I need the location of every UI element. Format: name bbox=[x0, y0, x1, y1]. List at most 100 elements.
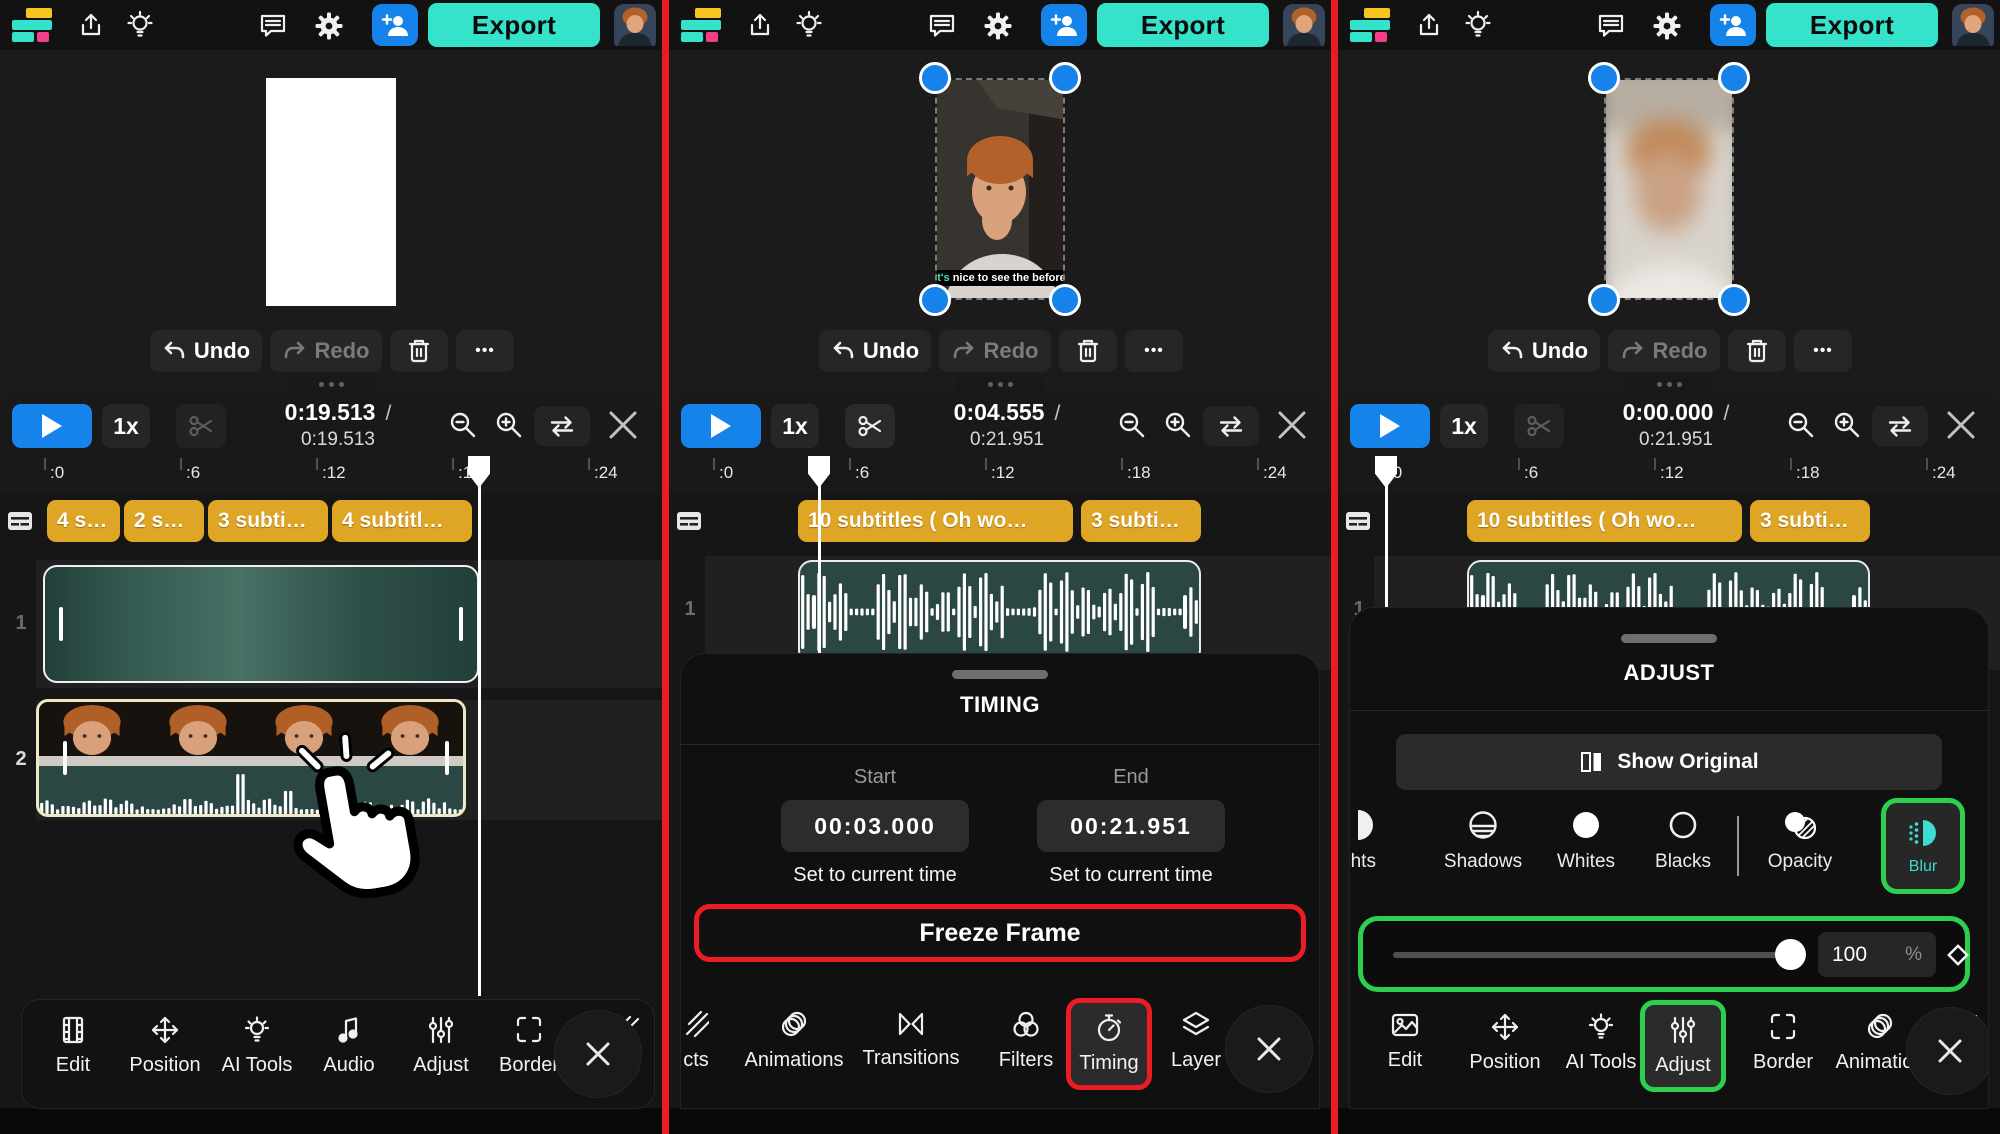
adjust-option-blacks[interactable]: Blacks bbox=[1628, 808, 1738, 873]
add-collaborator-button[interactable] bbox=[372, 4, 418, 46]
feedback-icon[interactable] bbox=[258, 11, 288, 46]
set-end-to-current-button[interactable]: Set to current time bbox=[1025, 864, 1237, 887]
undo-button[interactable]: Undo bbox=[1488, 330, 1600, 372]
adjust-option-shadows[interactable]: Shadows bbox=[1428, 808, 1538, 873]
freeze-frame-button[interactable]: Freeze Frame bbox=[694, 904, 1306, 962]
ai-ideas-icon[interactable] bbox=[124, 9, 156, 46]
video-canvas-white-frame[interactable] bbox=[266, 78, 396, 306]
sheet-drag-handle[interactable] bbox=[952, 670, 1048, 679]
close-timeline-icon[interactable] bbox=[1275, 408, 1309, 447]
avatar[interactable] bbox=[614, 4, 656, 51]
close-toolbar-button[interactable] bbox=[555, 1011, 641, 1097]
playback-speed-button[interactable]: 1x bbox=[102, 404, 150, 448]
upload-icon[interactable] bbox=[76, 11, 106, 46]
undo-button[interactable]: Undo bbox=[819, 330, 931, 372]
more-options-button[interactable]: ••• bbox=[1794, 330, 1852, 372]
resize-handle-bottom-left[interactable] bbox=[919, 284, 951, 316]
zoom-out-icon[interactable] bbox=[1117, 410, 1147, 445]
set-start-to-current-button[interactable]: Set to current time bbox=[769, 864, 981, 887]
resize-handle-top-left[interactable] bbox=[1588, 62, 1620, 94]
start-time-field[interactable]: 00:03.000 bbox=[781, 800, 969, 852]
fit-timeline-button[interactable] bbox=[534, 406, 590, 446]
trim-handle-left[interactable] bbox=[63, 741, 67, 775]
feedback-icon[interactable] bbox=[1596, 11, 1626, 46]
play-button[interactable] bbox=[12, 404, 92, 448]
zoom-in-icon[interactable] bbox=[1163, 410, 1193, 445]
play-button[interactable] bbox=[1350, 404, 1430, 448]
ai-ideas-icon[interactable] bbox=[1462, 9, 1494, 46]
keyframe-diamond-icon[interactable] bbox=[1943, 940, 1973, 975]
export-button[interactable]: Export bbox=[428, 3, 600, 47]
adjust-option-opacity[interactable]: Opacity bbox=[1745, 808, 1855, 873]
trim-handle-right[interactable] bbox=[1183, 595, 1187, 629]
app-logo-icon[interactable] bbox=[10, 6, 56, 49]
avatar[interactable] bbox=[1283, 4, 1325, 51]
settings-gear-icon[interactable] bbox=[1652, 11, 1682, 46]
subtitle-track-icon[interactable] bbox=[1345, 510, 1371, 537]
resize-handle-top-right[interactable] bbox=[1049, 62, 1081, 94]
slider-value-field[interactable]: 100 % bbox=[1818, 932, 1936, 977]
playhead-line[interactable] bbox=[478, 458, 481, 996]
resize-handle-bottom-right[interactable] bbox=[1049, 284, 1081, 316]
subtitle-chip[interactable]: 4 subtitl… bbox=[332, 500, 472, 542]
subtitle-track-icon[interactable] bbox=[676, 510, 702, 537]
app-logo-icon[interactable] bbox=[1348, 6, 1394, 49]
export-button[interactable]: Export bbox=[1766, 3, 1938, 47]
trim-handle-left[interactable] bbox=[59, 607, 63, 641]
delete-button[interactable] bbox=[390, 330, 448, 372]
toolbar-item-adjust-highlighted[interactable]: Adjust bbox=[1640, 1000, 1726, 1092]
split-scissors-button[interactable] bbox=[1514, 404, 1564, 448]
toolbar-item-animations[interactable]: Animations bbox=[734, 1010, 854, 1072]
trim-handle-right[interactable] bbox=[445, 741, 449, 775]
play-button[interactable] bbox=[681, 404, 761, 448]
ai-ideas-icon[interactable] bbox=[793, 9, 825, 46]
more-options-button[interactable]: ••• bbox=[1125, 330, 1183, 372]
resize-handle-top-left[interactable] bbox=[919, 62, 951, 94]
resize-handle-bottom-right[interactable] bbox=[1718, 284, 1750, 316]
trim-handle-left[interactable] bbox=[812, 595, 816, 629]
more-options-button[interactable]: ••• bbox=[456, 330, 514, 372]
redo-button[interactable]: Redo bbox=[270, 330, 382, 372]
app-logo-icon[interactable] bbox=[679, 6, 725, 49]
trim-handle-right[interactable] bbox=[459, 607, 463, 641]
video-canvas-blurred[interactable] bbox=[1604, 78, 1734, 300]
export-button[interactable]: Export bbox=[1097, 3, 1269, 47]
close-toolbar-button[interactable] bbox=[1226, 1006, 1312, 1092]
playback-speed-button[interactable]: 1x bbox=[771, 404, 819, 448]
subtitle-chip[interactable]: 4 s… bbox=[47, 500, 120, 542]
undo-button[interactable]: Undo bbox=[150, 330, 262, 372]
subtitle-chip[interactable]: 10 subtitles ( Oh wo… bbox=[1467, 500, 1742, 542]
add-collaborator-button[interactable] bbox=[1041, 4, 1087, 46]
add-collaborator-button[interactable] bbox=[1710, 4, 1756, 46]
feedback-icon[interactable] bbox=[927, 11, 957, 46]
zoom-out-icon[interactable] bbox=[448, 410, 478, 445]
timeline-clip-track1[interactable] bbox=[43, 565, 479, 683]
subtitle-chip[interactable]: 10 subtitles ( Oh wo… bbox=[798, 500, 1073, 542]
delete-button[interactable] bbox=[1059, 330, 1117, 372]
subtitle-chip[interactable]: 3 subti… bbox=[1750, 500, 1870, 542]
settings-gear-icon[interactable] bbox=[983, 11, 1013, 46]
avatar[interactable] bbox=[1952, 4, 1994, 51]
split-scissors-button[interactable] bbox=[176, 404, 226, 448]
upload-icon[interactable] bbox=[1414, 11, 1444, 46]
zoom-in-icon[interactable] bbox=[494, 410, 524, 445]
upload-icon[interactable] bbox=[745, 11, 775, 46]
timeline-drag-handle[interactable] bbox=[955, 374, 1045, 394]
zoom-out-icon[interactable] bbox=[1786, 410, 1816, 445]
resize-handle-top-right[interactable] bbox=[1718, 62, 1750, 94]
adjust-option-whites[interactable]: Whites bbox=[1531, 808, 1641, 873]
fit-timeline-button[interactable] bbox=[1203, 406, 1259, 446]
adjust-option-highlights-partial[interactable]: ghts bbox=[1350, 808, 1413, 873]
close-timeline-icon[interactable] bbox=[1944, 408, 1978, 447]
show-original-button[interactable]: Show Original bbox=[1396, 734, 1942, 790]
redo-button[interactable]: Redo bbox=[1608, 330, 1720, 372]
sheet-drag-handle[interactable] bbox=[1621, 634, 1717, 643]
subtitle-chip[interactable]: 3 subti… bbox=[1081, 500, 1201, 542]
timeline-drag-handle[interactable] bbox=[1624, 374, 1714, 394]
settings-gear-icon[interactable] bbox=[314, 11, 344, 46]
close-timeline-icon[interactable] bbox=[606, 408, 640, 447]
slider-track[interactable] bbox=[1393, 952, 1798, 958]
playhead-line[interactable] bbox=[818, 458, 821, 660]
redo-button[interactable]: Redo bbox=[939, 330, 1051, 372]
close-toolbar-button[interactable] bbox=[1907, 1008, 1988, 1094]
